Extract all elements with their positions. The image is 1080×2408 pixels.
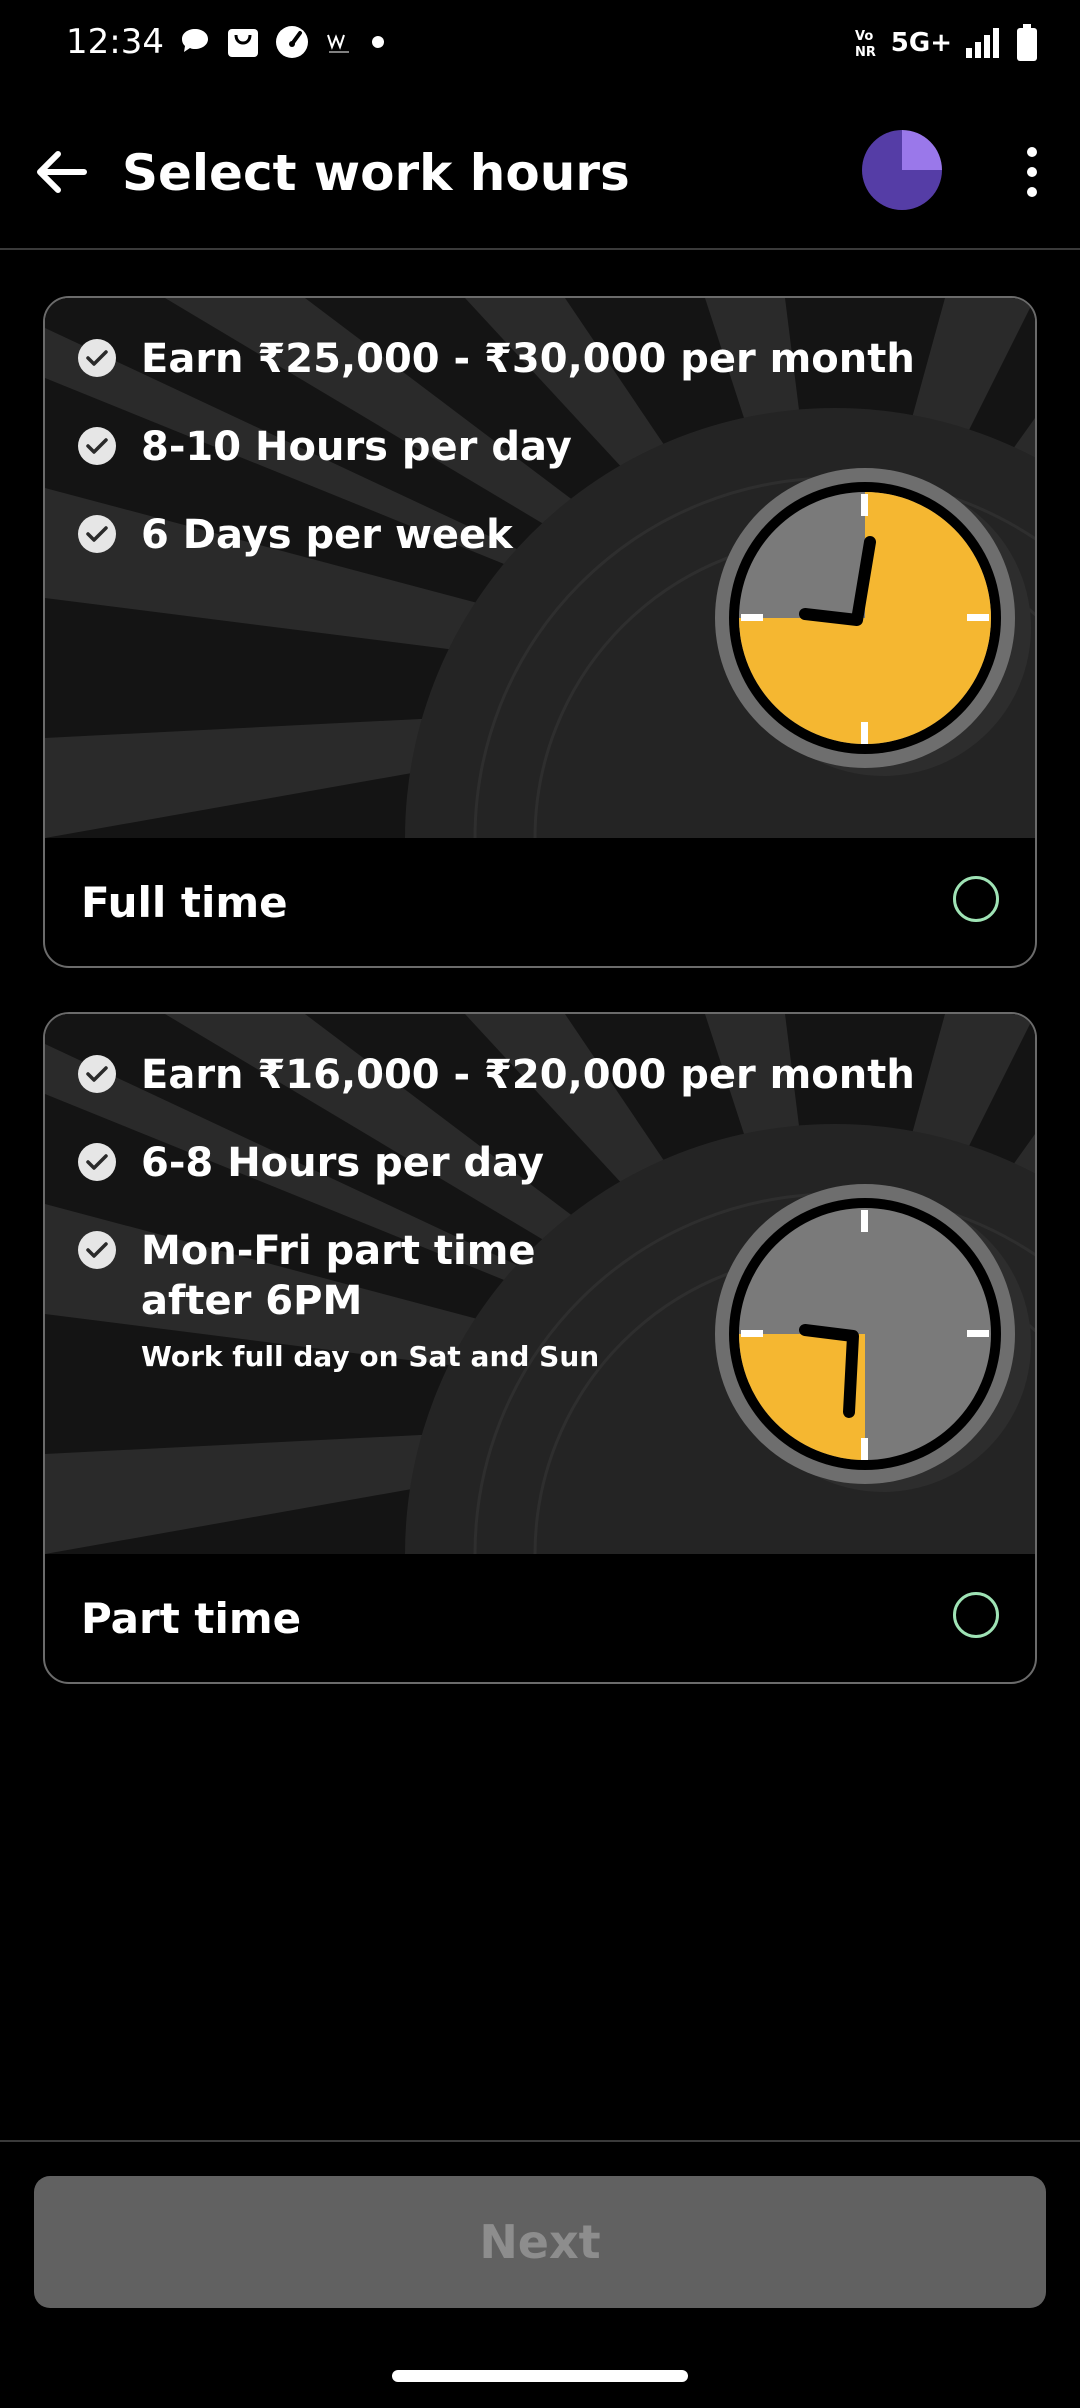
radio-button[interactable]	[953, 876, 999, 922]
progress-avatar	[862, 130, 942, 210]
dot-icon	[372, 36, 384, 48]
option-label: Full time	[81, 878, 288, 927]
next-button[interactable]: Next	[34, 2176, 1046, 2308]
feature-text: 6 Days per week	[141, 512, 513, 558]
check-circle-icon	[78, 339, 116, 377]
feature-item: 8-10 Hours per day	[77, 422, 915, 472]
notification-icons	[178, 24, 388, 60]
feature-item: Earn ₹16,000 - ₹20,000 per month	[77, 1050, 915, 1100]
option-card-part-time[interactable]: Earn ₹16,000 - ₹20,000 per month 6-8 Hou…	[43, 1012, 1037, 1684]
app-bar: Select work hours	[0, 110, 1080, 250]
back-arrow-icon[interactable]	[30, 140, 94, 204]
feature-text: Mon-Fri part time after 6PM	[141, 1228, 536, 1324]
check-circle-icon	[78, 1231, 116, 1269]
card-footer[interactable]: Part time	[45, 1554, 1035, 1682]
feature-text: 8-10 Hours per day	[141, 424, 572, 470]
check-circle-icon	[78, 1055, 116, 1093]
feature-text: 6-8 Hours per day	[141, 1140, 544, 1186]
volte-icon: Vo NR	[855, 29, 876, 60]
feature-list: Earn ₹16,000 - ₹20,000 per month 6-8 Hou…	[77, 1050, 915, 1411]
svg-text:Vo: Vo	[855, 29, 873, 44]
speedometer-icon	[276, 26, 308, 58]
status-time: 12:34	[66, 22, 164, 62]
divider	[0, 2140, 1080, 2142]
option-card-full-time[interactable]: Earn ₹25,000 - ₹30,000 per month 8-10 Ho…	[43, 296, 1037, 968]
check-circle-icon	[78, 427, 116, 465]
card-footer[interactable]: Full time	[45, 838, 1035, 966]
feature-item: 6-8 Hours per day	[77, 1138, 915, 1188]
status-bar: 12:34 Vo NR 5G+	[0, 0, 1080, 88]
feature-block: Mon-Fri part time after 6PM Work full da…	[141, 1226, 621, 1373]
more-options-icon[interactable]	[1012, 142, 1052, 202]
feature-note: Work full day on Sat and Sun	[141, 1340, 600, 1373]
page-title: Select work hours	[122, 144, 630, 202]
battery-icon	[1017, 24, 1037, 61]
feature-item: 6 Days per week	[77, 510, 915, 560]
chat-bubble-icon	[182, 29, 208, 52]
card-illustration: Earn ₹25,000 - ₹30,000 per month 8-10 Ho…	[45, 298, 1035, 838]
option-label: Part time	[81, 1594, 302, 1643]
feature-text: Earn ₹16,000 - ₹20,000 per month	[141, 1052, 915, 1098]
check-circle-icon	[78, 1143, 116, 1181]
feature-item: Mon-Fri part time after 6PM Work full da…	[77, 1226, 915, 1373]
app-logo-icon	[327, 34, 349, 53]
svg-text:NR: NR	[855, 45, 876, 60]
system-icons: Vo NR 5G+	[853, 24, 1038, 62]
feature-text: Earn ₹25,000 - ₹30,000 per month	[141, 336, 915, 382]
radio-button[interactable]	[953, 1592, 999, 1638]
shopping-bag-icon	[228, 29, 258, 57]
check-circle-icon	[78, 515, 116, 553]
card-illustration: Earn ₹16,000 - ₹20,000 per month 6-8 Hou…	[45, 1014, 1035, 1554]
home-indicator[interactable]	[392, 2370, 688, 2382]
network-type: 5G+	[890, 28, 952, 58]
feature-item: Earn ₹25,000 - ₹30,000 per month	[77, 334, 915, 384]
feature-list: Earn ₹25,000 - ₹30,000 per month 8-10 Ho…	[77, 334, 915, 598]
signal-icon	[966, 28, 999, 58]
